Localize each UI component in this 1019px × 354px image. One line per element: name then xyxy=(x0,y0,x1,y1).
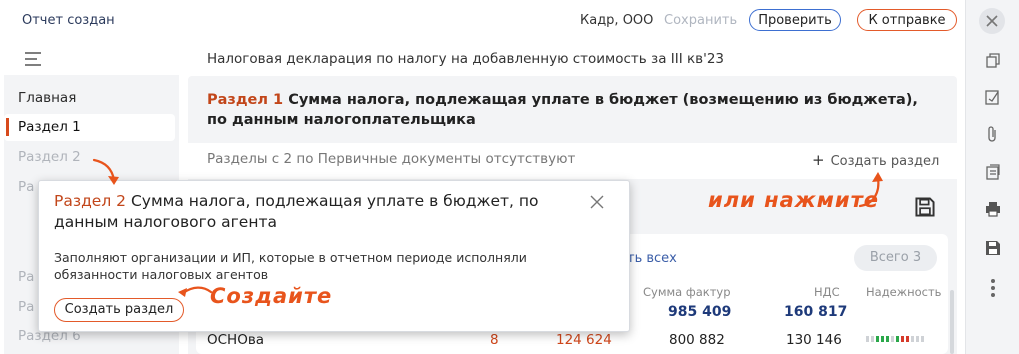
total-button[interactable]: Всего 3 xyxy=(854,245,937,271)
close-icon[interactable] xyxy=(590,195,604,209)
table-row-vat: 130 146 xyxy=(786,332,842,348)
close-button[interactable] xyxy=(979,8,1005,34)
copy-icon[interactable] xyxy=(984,51,1002,69)
print-icon[interactable] xyxy=(984,200,1002,218)
page-title: Налоговая декларация по налогу на добавл… xyxy=(207,51,725,67)
table-row-name[interactable]: ОСНОва xyxy=(207,332,264,348)
create-section-link[interactable]: + Создать раздел xyxy=(812,151,939,169)
sidebar-active-indicator xyxy=(6,118,9,136)
document-edit-icon[interactable] xyxy=(984,88,1002,106)
documents-stack-icon[interactable] xyxy=(984,163,1002,181)
menu-icon[interactable] xyxy=(24,51,42,67)
plus-icon: + xyxy=(812,151,825,169)
popover-section-number: Раздел 2 xyxy=(54,192,127,210)
empty-sections-note: Разделы с 2 по Первичные документы отсут… xyxy=(207,151,576,167)
sidebar-item-main[interactable]: Главная xyxy=(18,90,76,106)
total-sum: 985 409 xyxy=(668,304,732,320)
column-header-reliability: Надежность xyxy=(866,285,942,299)
sidebar-item-section-2[interactable]: Раздел 2 xyxy=(18,149,81,165)
create-section-label: Создать раздел xyxy=(830,154,940,169)
more-icon[interactable] xyxy=(990,278,996,298)
sidebar-item-section-1[interactable]: Раздел 1 xyxy=(18,119,81,135)
total-vat: 160 817 xyxy=(784,304,848,320)
sidebar-item-section-3[interactable]: Ра xyxy=(18,179,34,195)
save-button[interactable]: Сохранить xyxy=(664,13,737,28)
section-title: Сумма налога, подлежащая уплате в бюджет… xyxy=(207,92,918,128)
sidebar-item-section-5[interactable]: Ра xyxy=(18,299,34,315)
close-icon xyxy=(986,15,998,27)
table-row-sum: 800 882 xyxy=(669,332,725,348)
popover-description: Заполняют организации и ИП, которые в от… xyxy=(54,250,527,282)
reliability-indicator xyxy=(866,336,924,342)
report-status: Отчет создан xyxy=(22,13,115,28)
sidebar-item-section-4[interactable]: Ра xyxy=(18,269,34,285)
create-section-button[interactable]: Создать раздел xyxy=(54,298,184,322)
column-header-sum: Сумма фактур xyxy=(643,285,731,299)
send-button[interactable]: К отправке xyxy=(857,9,957,31)
save-icon[interactable] xyxy=(984,239,1002,257)
arrow-icon xyxy=(178,286,213,297)
scrollbar[interactable] xyxy=(950,290,954,354)
arrow-icon xyxy=(858,172,883,208)
company-name[interactable]: Кадр, ООО xyxy=(580,13,653,28)
section-number: Раздел 1 xyxy=(207,92,284,108)
popover-section-title: Сумма налога, подлежащая уплате в бюджет… xyxy=(54,192,539,231)
save-icon[interactable] xyxy=(914,196,936,218)
column-header-vat: НДС xyxy=(814,285,840,299)
arrow-icon xyxy=(92,158,119,185)
hint-or-click: или нажмите xyxy=(708,188,879,212)
section-heading: Раздел 1 Сумма налога, подлежащая уплате… xyxy=(207,90,927,130)
check-button[interactable]: Проверить xyxy=(749,9,841,31)
hint-create: Создайте xyxy=(210,284,333,308)
attachment-icon[interactable] xyxy=(984,125,1002,143)
show-all-link[interactable]: ть всех xyxy=(627,251,677,266)
table-row-discrepancy: 124 624 xyxy=(556,332,612,348)
table-row-count: 8 xyxy=(490,332,499,348)
popover-title: Раздел 2 Сумма налога, подлежащая уплате… xyxy=(54,191,574,233)
